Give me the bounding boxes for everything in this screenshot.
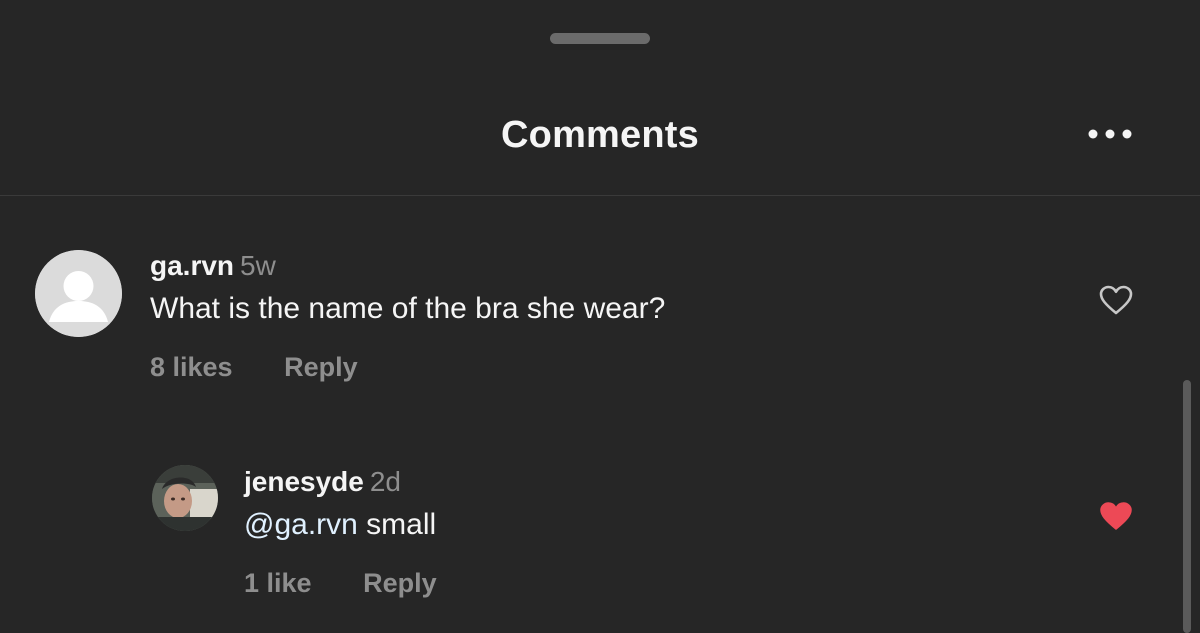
reply-meta: jenesyde 2d	[244, 466, 401, 498]
reply-avatar-photo[interactable]	[152, 465, 218, 531]
reply-mention-link[interactable]: @ga.rvn	[244, 508, 358, 541]
comment-likes-count[interactable]: 8 likes	[150, 352, 233, 382]
comment-meta: ga.rvn 5w	[150, 250, 276, 282]
page-title: Comments	[501, 114, 699, 156]
reply-username[interactable]: jenesyde	[244, 466, 364, 497]
more-options-button[interactable]	[1080, 116, 1140, 152]
comment-actions: 8 likes Reply	[150, 352, 358, 383]
heart-filled-icon	[1100, 502, 1132, 530]
user-photo-avatar-icon	[152, 465, 218, 531]
heart-outline-icon	[1099, 285, 1133, 315]
reply-like-button[interactable]	[1096, 496, 1136, 536]
more-horizontal-icon	[1088, 129, 1132, 139]
comments-sheet: Comments ga.rvn 5w What is the name of th…	[0, 0, 1200, 633]
header-divider	[0, 195, 1200, 196]
comment-like-button[interactable]	[1096, 280, 1136, 320]
default-avatar-icon	[35, 250, 122, 337]
comment-username[interactable]: ga.rvn	[150, 250, 234, 281]
comment-reply-button[interactable]: Reply	[284, 352, 358, 382]
comment-time: 5w	[240, 250, 276, 281]
sheet-grabber-handle[interactable]	[550, 33, 650, 44]
reply-text: @ga.rvn small	[244, 508, 436, 542]
comment-text: What is the name of the bra she wear?	[150, 292, 666, 325]
reply-reply-button[interactable]: Reply	[363, 568, 437, 598]
reply-likes-count[interactable]: 1 like	[244, 568, 312, 598]
reply-actions: 1 like Reply	[244, 568, 437, 599]
reply-text-body: small	[357, 508, 437, 541]
scrollbar[interactable]	[1183, 380, 1191, 633]
comment-avatar-default[interactable]	[35, 250, 122, 337]
reply-time: 2d	[369, 466, 402, 497]
